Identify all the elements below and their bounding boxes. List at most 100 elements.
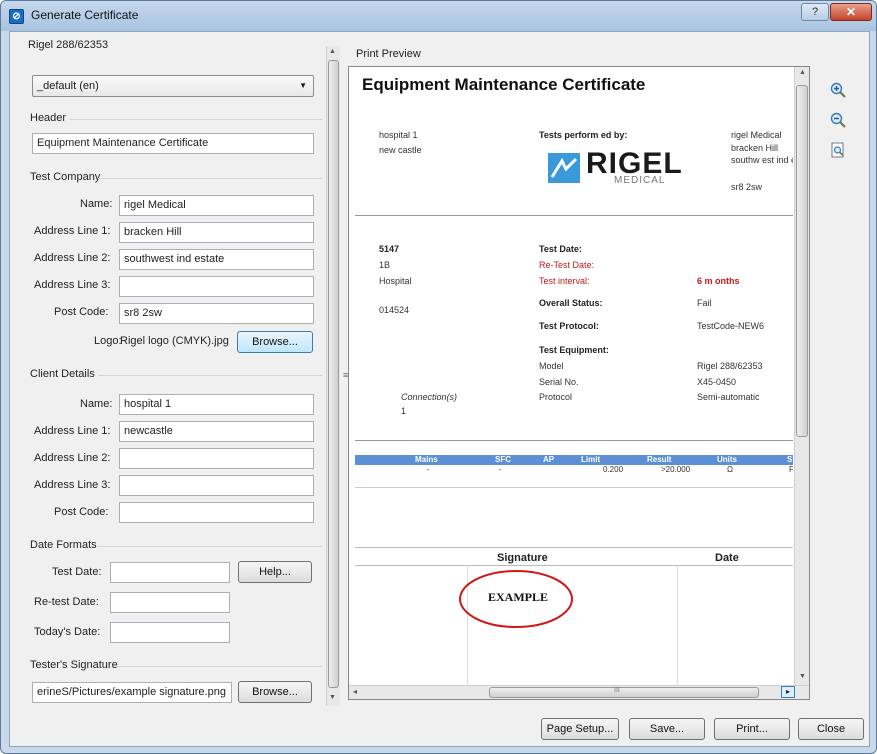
client-addr2-label: Address Line 2:: [34, 452, 111, 464]
date-header: Date: [715, 552, 739, 564]
company-addr3-input[interactable]: [119, 276, 314, 297]
dialog-window: ⊘ Generate Certificate ? ✕ Rigel 288/623…: [0, 0, 877, 754]
signature-group-label: Tester's Signature: [30, 659, 118, 671]
left-panel-scrollbar[interactable]: ▲ ▼: [326, 46, 340, 706]
preview-horizontal-scrollbar[interactable]: ◂ III ▸: [349, 685, 809, 699]
client-name-input[interactable]: hospital 1: [119, 394, 314, 415]
col-ap: AP: [543, 455, 555, 464]
serial-label: Serial No.: [539, 377, 579, 387]
performed-by-label: Tests perform ed by:: [539, 130, 628, 140]
col-result: Result: [647, 455, 672, 464]
signature-path-input[interactable]: erineS/Pictures/example signature.png: [32, 682, 232, 703]
title-bar: ⊘ Generate Certificate ? ✕: [1, 1, 876, 31]
print-button[interactable]: Print...: [714, 718, 790, 740]
col-status: St: [787, 455, 793, 464]
retest-date-label: Re-test Date:: [34, 596, 99, 608]
retest-date-input[interactable]: [110, 592, 230, 613]
company-addr1-input[interactable]: bracken Hill: [119, 222, 314, 243]
test-date-label: Test Date:: [52, 566, 102, 578]
test-protocol-value: TestCode-NEW6: [697, 321, 765, 331]
protocol-label: Protocol: [539, 392, 573, 402]
company-post-label: Post Code:: [54, 306, 109, 318]
header-group-label: Header: [30, 112, 67, 124]
device-label: Rigel 288/62353: [28, 39, 109, 51]
page-setup-button[interactable]: Page Setup...: [541, 718, 619, 740]
overall-status-label: Overall Status:: [539, 298, 603, 308]
logo-filename: Rigel logo (CMYK).jpg: [120, 335, 229, 347]
asset-line-3: Hospital: [379, 276, 412, 286]
client-addr3-input[interactable]: [119, 475, 314, 496]
preview-vertical-scrollbar[interactable]: ▲ ▼: [794, 67, 809, 685]
client-addr2-input[interactable]: [119, 448, 314, 469]
test-protocol-label: Test Protocol:: [539, 321, 599, 331]
preview-hscroll-thumb[interactable]: III: [489, 687, 759, 698]
help-button[interactable]: Help...: [238, 561, 312, 583]
client-post-label: Post Code:: [54, 506, 109, 518]
divider: [355, 215, 793, 216]
scroll-right-icon[interactable]: ▸: [781, 686, 795, 698]
scroll-up-icon[interactable]: ▲: [799, 69, 806, 76]
save-button[interactable]: Save...: [629, 718, 705, 740]
company-name-label: Name:: [80, 198, 113, 210]
cell-units: Ω: [727, 465, 733, 474]
print-preview-label: Print Preview: [356, 48, 421, 60]
close-window-button[interactable]: ✕: [830, 3, 872, 21]
divider: [355, 565, 793, 566]
divider: [70, 119, 322, 120]
zoom-page-icon[interactable]: [830, 142, 846, 158]
rigel-logo-subtext: MEDICAL: [614, 175, 666, 186]
template-select[interactable]: _default (en) ▼: [32, 75, 314, 97]
client-line-2: new castle: [379, 145, 422, 155]
divider: [355, 440, 793, 441]
chevron-down-icon: ▼: [299, 81, 307, 90]
signature-browse-button[interactable]: Browse...: [238, 681, 312, 703]
today-date-input[interactable]: [110, 622, 230, 643]
model-value: Rigel 288/62353: [697, 361, 763, 371]
company-name-input[interactable]: rigel Medical: [119, 195, 314, 216]
window-title: Generate Certificate: [31, 8, 139, 22]
scroll-down-icon[interactable]: ▼: [799, 673, 806, 680]
client-post-input[interactable]: [119, 502, 314, 523]
today-date-label: Today's Date:: [34, 626, 101, 638]
help-window-button[interactable]: ?: [801, 3, 829, 21]
cell-limit: 0.200: [603, 465, 624, 474]
client-line-1: hospital 1: [379, 130, 418, 140]
zoom-out-icon[interactable]: [830, 112, 846, 128]
scroll-up-icon[interactable]: ▲: [329, 48, 336, 55]
header-input[interactable]: Equipment Maintenance Certificate: [32, 133, 314, 154]
divider: [114, 666, 322, 667]
company-line-1: rigel Medical: [731, 130, 782, 140]
cell-sfc: -: [499, 465, 502, 474]
test-interval-label: Test interval:: [539, 276, 590, 286]
cell-status: F: [789, 465, 793, 474]
client-addr1-input[interactable]: newcastle: [119, 421, 314, 442]
asset-id: 5147: [379, 244, 400, 254]
zoom-in-icon[interactable]: [830, 82, 846, 98]
col-units: Units: [717, 455, 737, 464]
template-select-value: _default (en): [37, 80, 99, 92]
scroll-grip: III: [614, 687, 620, 694]
signature-stamp: EXAMPLE: [488, 590, 548, 604]
date-formats-group-label: Date Formats: [30, 539, 97, 551]
col-limit: Limit: [581, 455, 601, 464]
col-sfc: SFC: [495, 455, 511, 464]
dialog-client-area: Rigel 288/62353 _default (en) ▼ Header E…: [9, 31, 870, 747]
results-table-header: Mains SFC AP Limit Result Units St: [355, 455, 793, 465]
test-company-group-label: Test Company: [30, 171, 101, 183]
test-date-input[interactable]: [110, 562, 230, 583]
print-preview-pane: Equipment Maintenance Certificate hospit…: [348, 66, 810, 700]
company-post-input[interactable]: sr8 2sw: [119, 303, 314, 324]
divider: [355, 487, 793, 488]
logo-label: Logo:: [94, 335, 122, 347]
scroll-left-icon[interactable]: ◂: [353, 687, 357, 696]
app-icon: ⊘: [9, 9, 24, 24]
logo-browse-button[interactable]: Browse...: [237, 331, 313, 353]
test-date-label: Test Date:: [539, 244, 582, 254]
company-addr2-input[interactable]: southwest ind estate: [119, 249, 314, 270]
left-scroll-thumb[interactable]: [328, 60, 339, 688]
scroll-down-icon[interactable]: ▼: [329, 694, 336, 701]
preview-vscroll-thumb[interactable]: [796, 85, 808, 437]
asset-line-2: 1B: [379, 260, 391, 270]
client-addr1-label: Address Line 1:: [34, 425, 111, 437]
close-button[interactable]: Close: [798, 718, 864, 740]
